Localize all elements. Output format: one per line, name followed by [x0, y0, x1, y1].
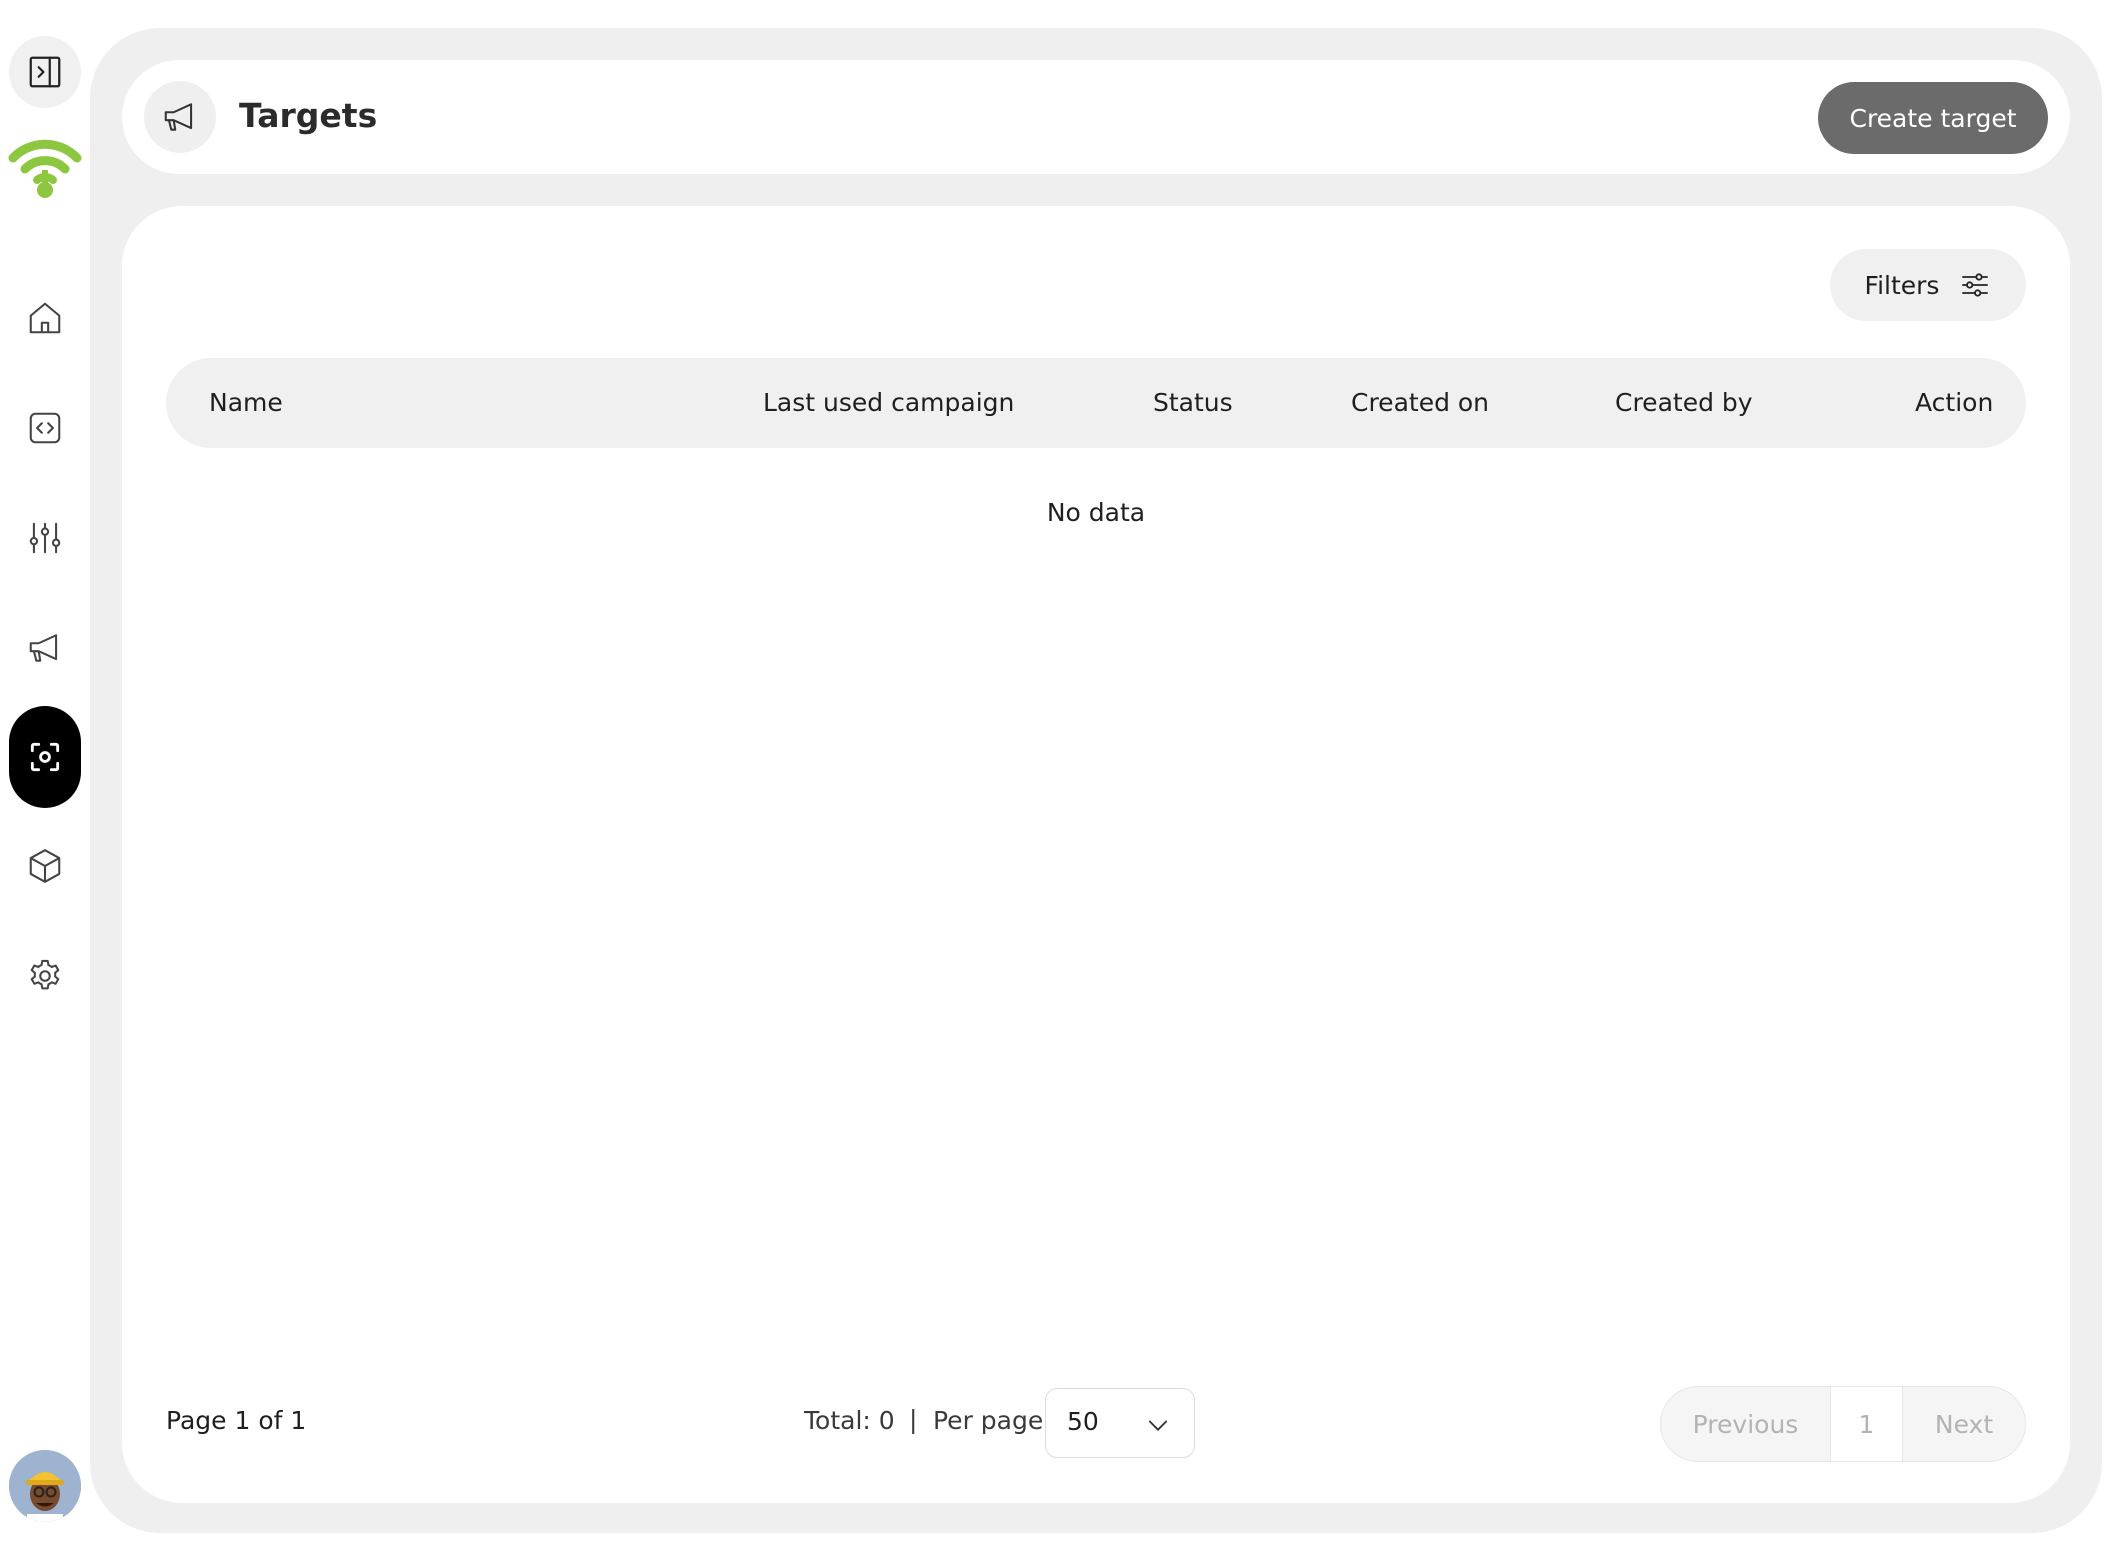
home-icon — [29, 302, 61, 334]
megaphone-icon — [29, 634, 58, 662]
gear-icon — [30, 959, 60, 990]
panel-toggle-icon — [29, 56, 61, 88]
pager: Previous 1 Next — [1660, 1386, 2026, 1462]
per-page-value: 50 — [1067, 1407, 1099, 1436]
column-header-created-on[interactable]: Created on — [1351, 358, 1489, 448]
page-info: Page 1 of 1 — [166, 1406, 307, 1435]
next-button[interactable]: Next — [1903, 1387, 2025, 1461]
app-shell: Targets Create target Filters Name Last … — [90, 28, 2102, 1533]
sidebar-item-campaigns[interactable] — [9, 612, 81, 684]
previous-button[interactable]: Previous — [1661, 1387, 1831, 1461]
avatar[interactable] — [9, 1450, 81, 1522]
sidebar-item-home[interactable] — [9, 282, 81, 354]
sidebar-item-targets[interactable] — [9, 706, 81, 808]
targets-panel: Filters Name Last used campaign Status C… — [122, 206, 2070, 1503]
pagination-bar: Page 1 of 1 Total: 0 | Per page: 50 Prev… — [122, 1386, 2070, 1466]
page-number-button[interactable]: 1 — [1831, 1387, 1903, 1461]
total-count: Total: 0 — [804, 1406, 895, 1435]
wifi-logo — [8, 139, 82, 198]
sidebar-item-settings-sliders[interactable] — [9, 502, 81, 574]
code-icon — [29, 412, 61, 444]
create-target-button[interactable]: Create target — [1818, 82, 2048, 154]
separator: | — [909, 1405, 918, 1434]
column-header-name[interactable]: Name — [209, 358, 283, 448]
filter-sliders-icon — [1962, 273, 1989, 297]
cube-icon — [29, 849, 61, 883]
collapse-sidebar-button[interactable] — [9, 36, 81, 108]
table-header: Name Last used campaign Status Created o… — [166, 358, 2026, 448]
per-page-label: Per page: — [933, 1406, 1052, 1435]
sidebar-item-packages[interactable] — [9, 830, 81, 902]
user-avatar-icon — [9, 1450, 81, 1522]
page-icon — [144, 81, 216, 153]
scan-target-icon — [30, 742, 60, 772]
sidebar-item-settings[interactable] — [9, 940, 81, 1012]
empty-state: No data — [1046, 498, 1146, 527]
per-page-select[interactable]: 50 — [1045, 1388, 1195, 1458]
filters-label: Filters — [1864, 270, 1940, 300]
column-header-status[interactable]: Status — [1153, 358, 1233, 448]
megaphone-icon — [164, 103, 193, 131]
page-title: Targets — [239, 96, 378, 135]
sliders-icon — [29, 522, 61, 554]
column-header-last-used-campaign[interactable]: Last used campaign — [763, 358, 1014, 448]
filters-button[interactable]: Filters — [1830, 249, 2026, 321]
column-header-created-by[interactable]: Created by — [1615, 358, 1753, 448]
chevron-down-icon — [1148, 1420, 1168, 1431]
sidebar-item-code[interactable] — [9, 392, 81, 464]
column-header-action: Action — [1915, 388, 1994, 417]
sidebar — [0, 0, 88, 1556]
page-header: Targets Create target — [122, 60, 2070, 174]
